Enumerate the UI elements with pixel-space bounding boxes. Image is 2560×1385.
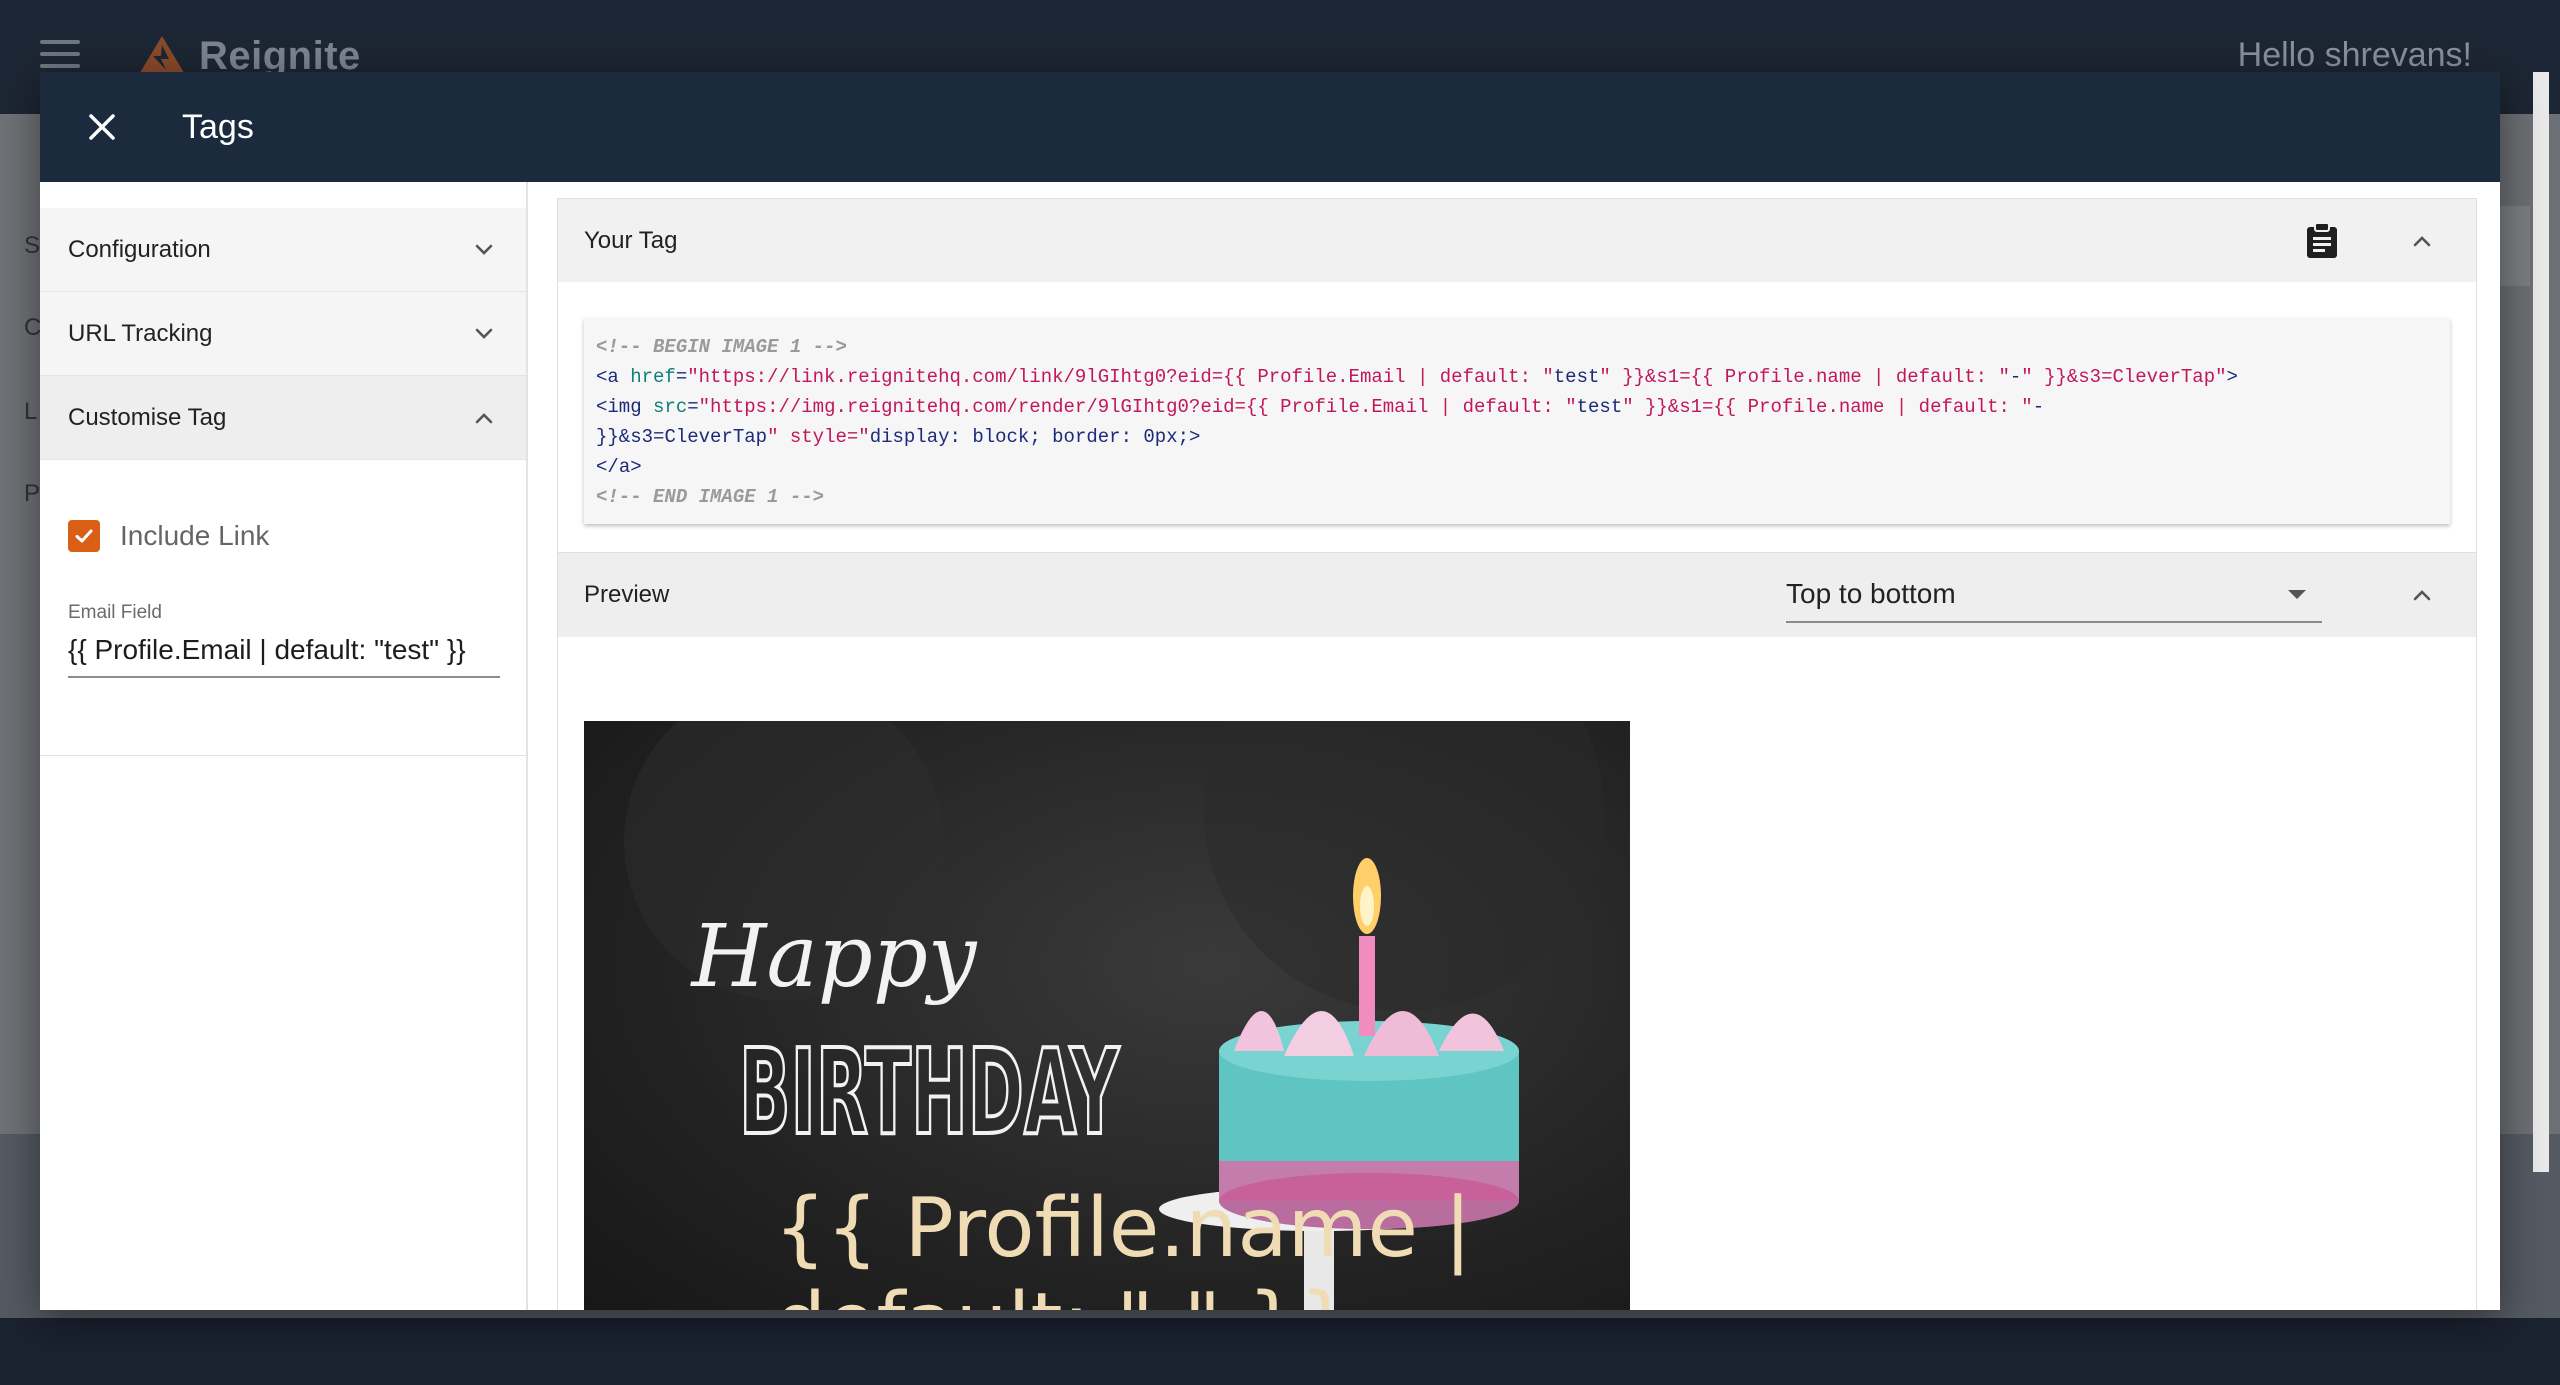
happy-text: Happy — [690, 907, 978, 1007]
accordion-label: Customise Tag — [68, 403, 227, 431]
include-link-label: Include Link — [120, 520, 270, 551]
candle — [1359, 936, 1375, 1036]
dialog-body: Configuration URL Tracking Customise Tag — [40, 182, 2500, 1310]
copy-tag-button[interactable] — [2298, 217, 2346, 265]
chevron-up-icon — [2413, 235, 2431, 246]
email-field-group: Email Field — [68, 602, 500, 678]
email-field-label: Email Field — [68, 602, 162, 623]
app-sidebar: S C L P — [0, 114, 42, 1134]
accordion-customise-tag[interactable]: Customise Tag — [40, 376, 526, 460]
accordion-url-tracking[interactable]: URL Tracking — [40, 292, 526, 376]
direction-select-value: Top to bottom — [1786, 578, 1956, 609]
app-footer — [0, 1318, 2560, 1385]
default-placeholder-text: default: "-" }} — [774, 1276, 1352, 1310]
customise-tag-content: Include Link Email Field — [40, 460, 526, 756]
close-button[interactable] — [80, 105, 124, 149]
accordion-configuration[interactable]: Configuration — [40, 208, 526, 292]
checkmark-icon — [75, 529, 93, 543]
sidebar-letter: L — [24, 398, 38, 425]
collapse-tag-button[interactable] — [2398, 217, 2446, 265]
include-link-option[interactable]: Include Link — [68, 520, 498, 552]
email-field-input[interactable] — [68, 630, 500, 678]
sidebar-letter: P — [24, 480, 41, 507]
preview-header: Preview Top to bottom — [558, 553, 2476, 637]
code-line: <!-- BEGIN IMAGE 1 --> — [596, 336, 847, 358]
birthday-card-graphic: Happy BIRTHDAY {{Profile.name | — [624, 721, 1604, 1310]
direction-select[interactable]: Top to bottom — [1786, 567, 2322, 623]
dropdown-caret-icon — [2288, 589, 2306, 599]
your-tag-header[interactable]: Your Tag — [558, 198, 2476, 282]
accordion-label: URL Tracking — [68, 319, 213, 347]
dialog-title: Tags — [182, 107, 254, 146]
chevron-down-icon — [475, 328, 493, 339]
sidebar-letter: S — [24, 232, 41, 259]
birthday-preview-image: Happy BIRTHDAY {{Profile.name | — [584, 721, 1630, 1310]
clipboard-icon — [2307, 221, 2337, 258]
your-tag-title: Your Tag — [584, 226, 678, 254]
sidebar-letter: C — [24, 314, 42, 341]
dialog-header: Tags — [40, 72, 2500, 182]
settings-panel: Configuration URL Tracking Customise Tag — [40, 182, 528, 1310]
code-line: <!-- END IMAGE 1 --> — [596, 486, 825, 508]
meringue — [1234, 1011, 1284, 1051]
tag-output-panel: Your Tag <!-- BEGIN IMAGE 1 --> <a href="… — [557, 198, 2477, 1310]
accordion-label: Configuration — [68, 235, 211, 263]
tags-dialog: Tags Configuration URL Tracking Customis… — [40, 72, 2500, 1310]
code-line: <img src="https://img.reignitehq.com/ren… — [596, 396, 2045, 418]
tag-code-container: <!-- BEGIN IMAGE 1 --> <a href="https://l… — [558, 282, 2476, 553]
preview-title: Preview — [584, 581, 670, 608]
app-right-widget — [2500, 206, 2530, 286]
code-line: }}&s3=CleverTap" style="display: block; … — [596, 426, 1201, 448]
code-line: <a href="https://link.reignitehq.com/lin… — [596, 366, 2238, 388]
user-greeting: Hello shrevans! — [2237, 36, 2472, 74]
name-placeholder-text: {{ Profile.name | — [774, 1181, 1472, 1276]
include-link-checkbox[interactable] — [68, 520, 100, 552]
chevron-down-icon — [475, 244, 493, 255]
birthday-text: BIRTHDAY — [739, 1023, 1120, 1161]
hamburger-menu-icon[interactable] — [40, 40, 80, 74]
preview-area: Happy BIRTHDAY {{Profile.name | — [558, 637, 2476, 1310]
chevron-up-icon — [475, 412, 493, 423]
tag-code-block[interactable]: <!-- BEGIN IMAGE 1 --> <a href="https://l… — [584, 318, 2450, 524]
close-icon — [89, 114, 115, 140]
chevron-up-icon — [2413, 590, 2431, 601]
code-line: </a> — [596, 456, 642, 478]
collapse-preview-button[interactable] — [2398, 571, 2446, 619]
modal-scrollbar[interactable] — [2533, 72, 2549, 1172]
